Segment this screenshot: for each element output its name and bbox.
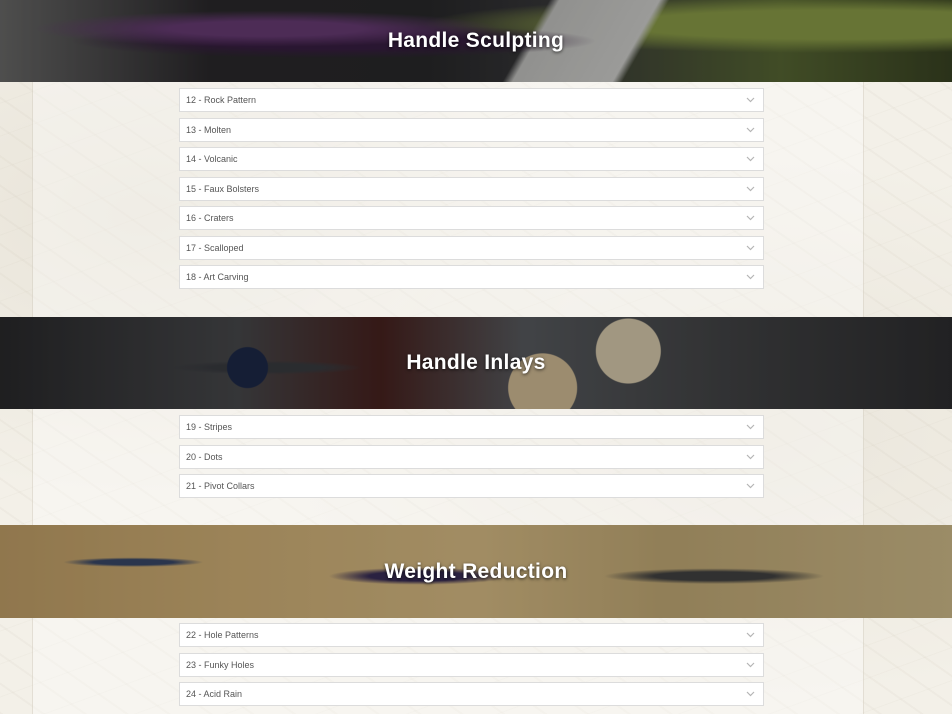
chevron-down-icon[interactable] (746, 127, 755, 133)
accordion-item-label: 18 - Art Carving (186, 272, 249, 282)
accordion-item-label: 17 - Scalloped (186, 242, 244, 253)
accordion-item[interactable]: 19 - Stripes (179, 415, 764, 439)
section-title: Handle Sculpting (387, 29, 565, 52)
accordion-item[interactable]: 23 - Funky Holes (179, 652, 764, 677)
chevron-down-icon[interactable] (746, 274, 755, 280)
accordion-item[interactable]: 14 - Volcanic (179, 147, 764, 171)
chevron-down-icon[interactable] (746, 245, 755, 251)
accordion-item-label: 23 - Funky Holes (186, 659, 255, 670)
accordion-list-handle-sculpting: 12 - Rock Pattern 13 - Molten 14 - Volcani… (179, 88, 764, 295)
section-banner-handle-sculpting: Handle Sculpting (0, 0, 952, 82)
accordion-item[interactable]: 12 - Rock Pattern (179, 88, 764, 112)
chevron-down-icon[interactable] (746, 483, 755, 489)
accordion-item-label: 15 - Faux Bolsters (186, 183, 260, 194)
accordion-item-label: 22 - Hole Patterns (186, 630, 259, 640)
accordion-item[interactable]: 20 - Dots (179, 444, 764, 469)
section-title: Weight Reduction (384, 559, 568, 583)
accordion-item[interactable]: 17 - Scalloped (179, 235, 764, 260)
accordion-list-handle-inlays: 19 - Stripes 20 - Dots 21 - Pivot Collars (179, 415, 764, 504)
accordion-item[interactable]: 15 - Faux Bolsters (179, 176, 764, 201)
section-title: Handle Inlays (406, 351, 546, 374)
accordion-item-label: 12 - Rock Pattern (186, 95, 257, 105)
accordion-item-label: 13 - Molten (186, 124, 232, 135)
accordion-item-label: 19 - Stripes (186, 422, 233, 432)
chevron-down-icon[interactable] (746, 156, 755, 162)
accordion-item[interactable]: 13 - Molten (179, 117, 764, 142)
chevron-down-icon[interactable] (746, 186, 755, 192)
section-banner-handle-inlays: Handle Inlays (0, 317, 952, 409)
chevron-down-icon[interactable] (746, 662, 755, 668)
chevron-down-icon[interactable] (746, 691, 755, 697)
chevron-down-icon[interactable] (746, 215, 755, 221)
accordion-item[interactable]: 22 - Hole Patterns (179, 623, 764, 647)
chevron-down-icon[interactable] (746, 424, 755, 430)
chevron-down-icon[interactable] (746, 97, 755, 103)
accordion-item[interactable]: 21 - Pivot Collars (179, 474, 764, 498)
accordion-item-label: 24 - Acid Rain (186, 689, 243, 699)
accordion-list-weight-reduction: 22 - Hole Patterns 23 - Funky Holes 24 - A… (179, 623, 764, 712)
accordion-item[interactable]: 18 - Art Carving (179, 265, 764, 289)
accordion-item-label: 20 - Dots (186, 451, 223, 462)
accordion-item-label: 14 - Volcanic (186, 154, 238, 164)
chevron-down-icon[interactable] (746, 632, 755, 638)
accordion-item[interactable]: 24 - Acid Rain (179, 682, 764, 706)
section-banner-weight-reduction: Weight Reduction (0, 525, 952, 618)
accordion-item[interactable]: 16 - Craters (179, 206, 764, 230)
chevron-down-icon[interactable] (746, 454, 755, 460)
accordion-item-label: 16 - Craters (186, 213, 234, 223)
accordion-item-label: 21 - Pivot Collars (186, 481, 255, 491)
